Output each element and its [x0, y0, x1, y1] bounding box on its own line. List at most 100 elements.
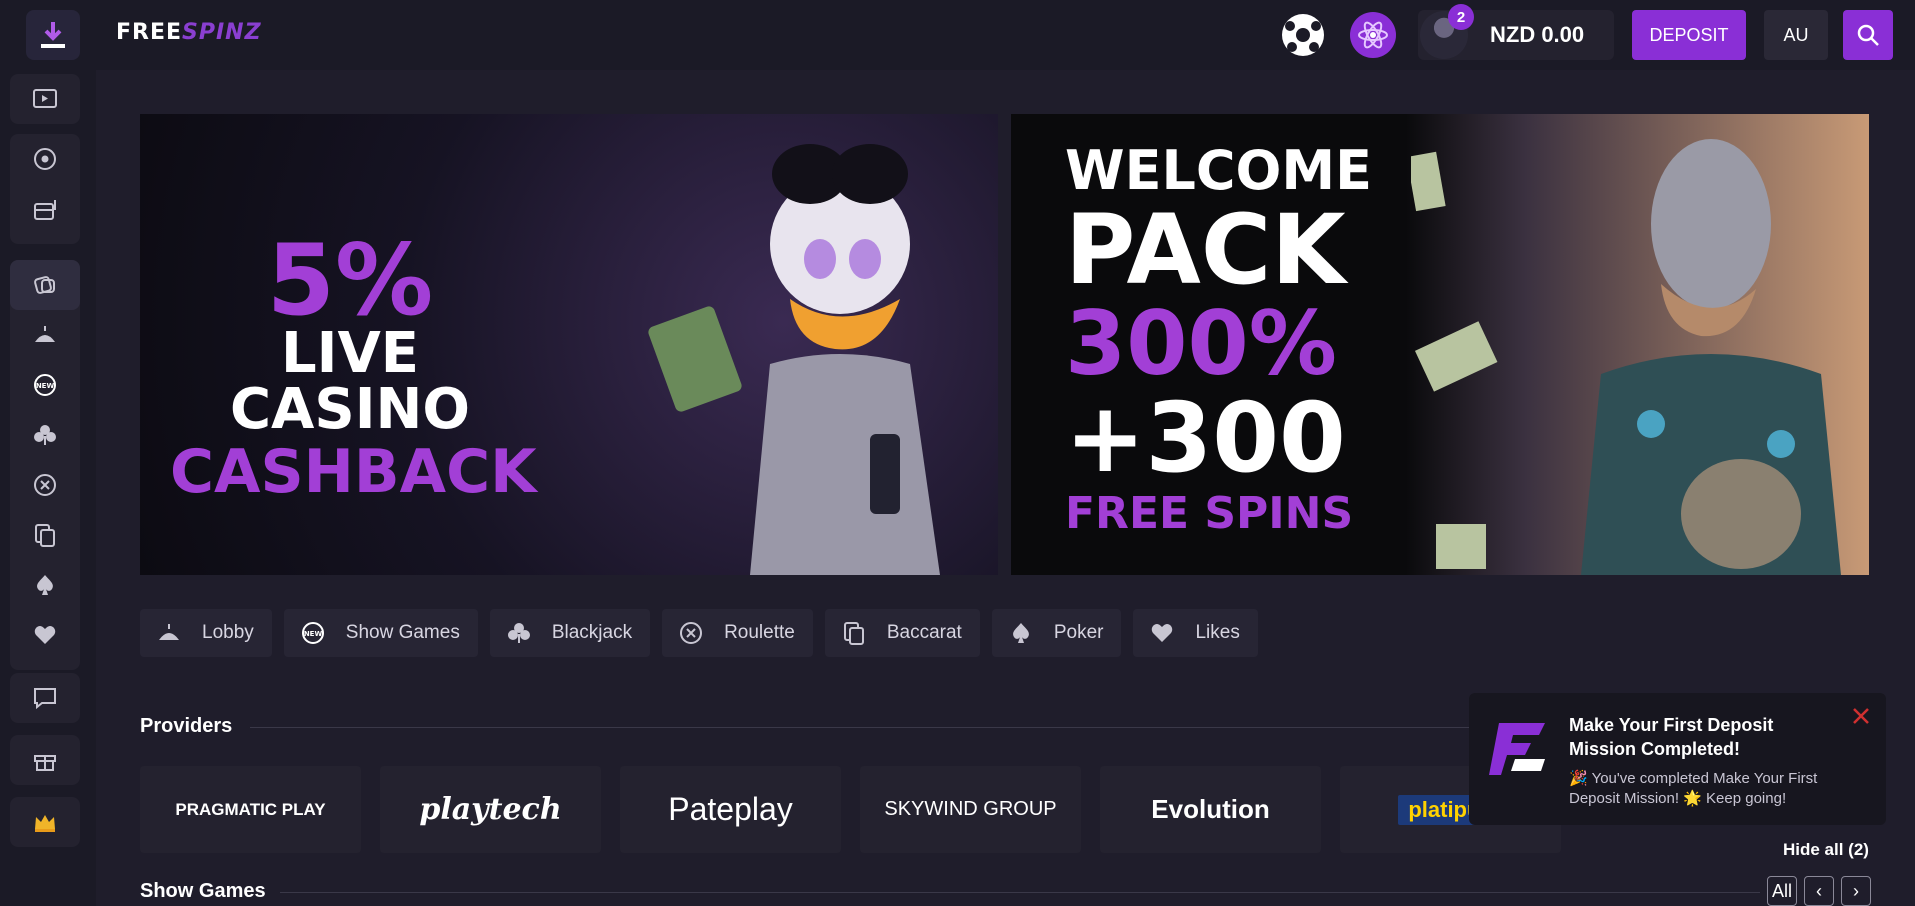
vip-crown-icon	[35, 815, 55, 832]
heart-icon	[1152, 624, 1173, 642]
tab-baccarat[interactable]: Baccarat	[824, 609, 980, 657]
sidebar-item-gift[interactable]	[10, 735, 80, 785]
chat-icon	[34, 688, 56, 710]
blackjack-icon	[34, 425, 56, 445]
likes-icon	[34, 626, 56, 644]
tab-roulette[interactable]: Roulette	[662, 609, 813, 657]
tab-label: Poker	[1053, 622, 1104, 643]
provider-pragmatic-play[interactable]: PRAGMATIC PLAY	[140, 766, 361, 853]
provider-name: Pateplay	[668, 791, 793, 827]
soccer-ball-icon	[1282, 14, 1324, 56]
sidebar-item-likes[interactable]	[10, 610, 80, 660]
providers-list: PRAGMATIC PLAY playtech Pateplay SKYWIND…	[140, 766, 1561, 853]
provider-name: Evolution	[1151, 794, 1270, 824]
next-page-button[interactable]: ›	[1841, 876, 1871, 906]
provider-name: PRAGMATIC PLAY	[175, 799, 326, 819]
freespinz-logo-icon	[1489, 723, 1545, 775]
cashback-line3: CASHBACK	[170, 437, 537, 507]
tab-blackjack[interactable]: Blackjack	[489, 609, 651, 657]
tab-label: Lobby	[202, 622, 254, 643]
welcome-line2: PACK	[1065, 194, 1346, 306]
brand-logo-part2: SPINZ	[182, 20, 262, 45]
slots-icon	[34, 200, 56, 220]
tab-show-games[interactable]: NEW Show Games	[283, 609, 478, 657]
notification-body: 🎉 You've completed Make Your First Depos…	[1569, 770, 1818, 808]
promo-banner-cashback[interactable]: 5% LIVE CASINO CASHBACK	[140, 114, 998, 575]
sidebar-item-sports[interactable]	[10, 134, 80, 184]
top-bar: FREESPINZ NZD 0.00 2 DEPOSIT AU	[96, 0, 1915, 70]
gift-icon	[34, 755, 56, 771]
sidebar-item-live-tv[interactable]	[10, 74, 80, 124]
provider-name: SKYWIND GROUP	[884, 798, 1057, 820]
provider-pateplay[interactable]: Pateplay	[620, 766, 841, 853]
tab-lobby[interactable]: Lobby	[140, 609, 272, 657]
banner-duck-illustration	[648, 144, 940, 575]
provider-skywind[interactable]: SKYWIND GROUP	[860, 766, 1081, 853]
roulette-icon	[680, 622, 703, 644]
sports-shortcut-button[interactable]	[1280, 12, 1326, 58]
provider-name: playtech	[419, 792, 562, 827]
provider-evolution[interactable]: Evolution	[1100, 766, 1321, 853]
sidebar-item-baccarat[interactable]	[10, 510, 80, 560]
sidebar-group-live	[10, 74, 80, 124]
search-button[interactable]	[1843, 10, 1893, 60]
spade-icon	[1012, 623, 1029, 643]
welcome-line3: 300%	[1065, 292, 1337, 395]
sports-icon	[34, 148, 56, 170]
language-selector[interactable]: AU	[1764, 10, 1828, 60]
notification-title: Make Your First Deposit Mission Complete…	[1569, 715, 1774, 760]
svg-text:NEW: NEW	[36, 382, 55, 390]
lobby-icon	[35, 326, 55, 342]
banner-duck-illustration	[1411, 139, 1841, 575]
tab-label: Baccarat	[886, 622, 962, 643]
deposit-button[interactable]: DEPOSIT	[1632, 10, 1746, 60]
welcome-line5: FREE SPINS	[1065, 488, 1354, 539]
provider-playtech[interactable]: playtech	[380, 766, 601, 853]
lobby-icon	[159, 624, 179, 640]
sidebar-item-lobby[interactable]	[10, 310, 80, 360]
roulette-icon	[34, 474, 56, 496]
brand-logo[interactable]: FREESPINZ	[116, 20, 262, 45]
sidebar-item-slots[interactable]	[10, 184, 80, 234]
sidebar-item-new[interactable]: NEW	[10, 360, 80, 410]
promo-banner-welcome-pack[interactable]: WELCOME PACK 300% +300 FREE SPINS	[1011, 114, 1869, 575]
sidebar-item-chat[interactable]	[10, 673, 80, 723]
tab-label: Likes	[1195, 622, 1240, 643]
new-icon: NEW	[301, 622, 324, 644]
prev-page-button[interactable]: ‹	[1804, 876, 1834, 906]
sidebar-item-poker[interactable]	[10, 560, 80, 610]
atom-icon	[1358, 21, 1388, 49]
tab-label: Roulette	[724, 622, 795, 643]
download-app-button[interactable]	[26, 10, 80, 60]
balance-amount: NZD 0.00	[1490, 22, 1585, 47]
sidebar-item-vip[interactable]	[10, 797, 80, 847]
tab-label: Blackjack	[551, 622, 633, 643]
hide-all-notifications-button[interactable]: Hide all (2)	[1783, 840, 1869, 860]
tab-likes[interactable]: Likes	[1133, 609, 1258, 657]
svg-text:NEW: NEW	[304, 630, 323, 638]
category-tabs: Lobby NEW Show Games Blackjack Roulette …	[140, 609, 1258, 657]
view-all-button[interactable]: All	[1767, 876, 1797, 906]
cashback-percent: 5%	[266, 224, 434, 338]
sidebar-item-roulette[interactable]	[10, 460, 80, 510]
welcome-line1: WELCOME	[1065, 139, 1373, 202]
baccarat-icon	[843, 622, 864, 645]
welcome-pack-banner-text: WELCOME PACK 300% +300 FREE SPINS	[1065, 144, 1372, 536]
sidebar-item-blackjack[interactable]	[10, 410, 80, 460]
close-icon[interactable]	[1850, 705, 1872, 727]
cashback-line2: LIVE CASINO	[229, 321, 471, 442]
sidebar-group-gift	[10, 735, 80, 785]
tab-poker[interactable]: Poker	[991, 609, 1122, 657]
tab-label: Show Games	[345, 622, 460, 643]
sidebar-item-live-casino[interactable]	[10, 260, 80, 310]
new-icon: NEW	[34, 374, 56, 396]
club-icon	[507, 623, 530, 643]
sidebar-group-main	[10, 134, 80, 244]
cashback-banner-text: 5% LIVE CASINO CASHBACK	[170, 224, 537, 507]
brand-logo-part1: FREE	[116, 20, 183, 45]
sidebar-group-casino: NEW	[10, 260, 80, 670]
welcome-line4: +300	[1065, 382, 1346, 494]
providers-divider	[250, 727, 1470, 728]
notification-count-badge: 2	[1448, 4, 1474, 30]
missions-button[interactable]	[1350, 12, 1396, 58]
